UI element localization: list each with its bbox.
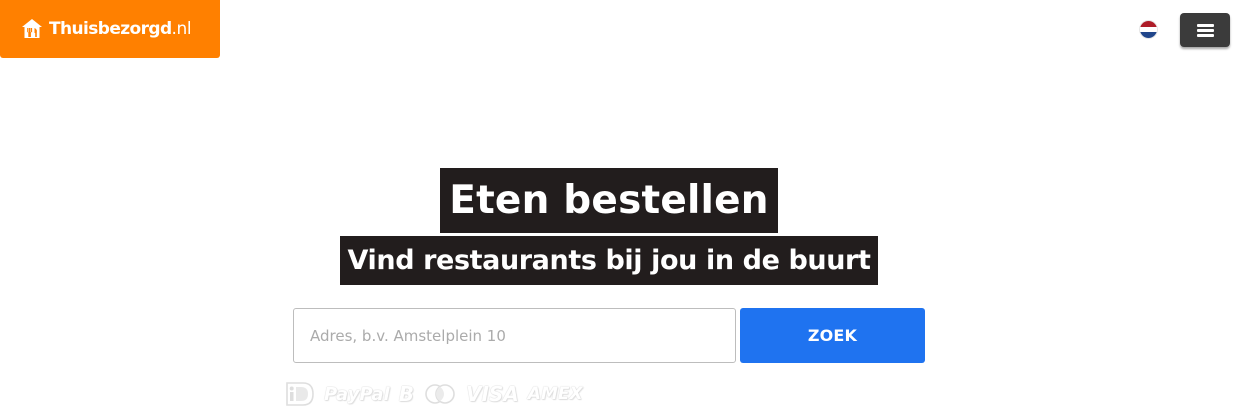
hero-title-container: Eten bestellen [0, 168, 1233, 233]
payment-methods: PayPal B VISA AMEX [285, 380, 592, 408]
ideal-icon [285, 381, 315, 407]
logo[interactable]: Thuisbezorgd .nl [0, 0, 220, 58]
hero-subtitle-container: Vind restaurants bij jou in de buurt [0, 236, 1233, 285]
hero-subtitle: Vind restaurants bij jou in de buurt [339, 236, 879, 285]
house-fork-icon [20, 17, 44, 41]
mastercard-icon [423, 383, 457, 405]
flag-nl-icon[interactable] [1140, 21, 1157, 38]
logo-tld-text: .nl [171, 19, 192, 39]
amex-icon: AMEX [527, 384, 583, 404]
logo-brand-text: Thuisbezorgd [49, 19, 172, 39]
hamburger-icon [1196, 23, 1214, 37]
bitcoin-icon: B [398, 382, 414, 406]
address-search-input[interactable] [293, 308, 736, 363]
visa-icon: VISA [465, 382, 519, 406]
paypal-icon: PayPal [324, 383, 390, 405]
page: Thuisbezorgd .nl Eten bestellen Vind rest… [0, 0, 1233, 420]
search-button[interactable]: ZOEK [740, 308, 925, 363]
hero-title: Eten bestellen [440, 168, 778, 233]
menu-button[interactable] [1180, 13, 1230, 47]
